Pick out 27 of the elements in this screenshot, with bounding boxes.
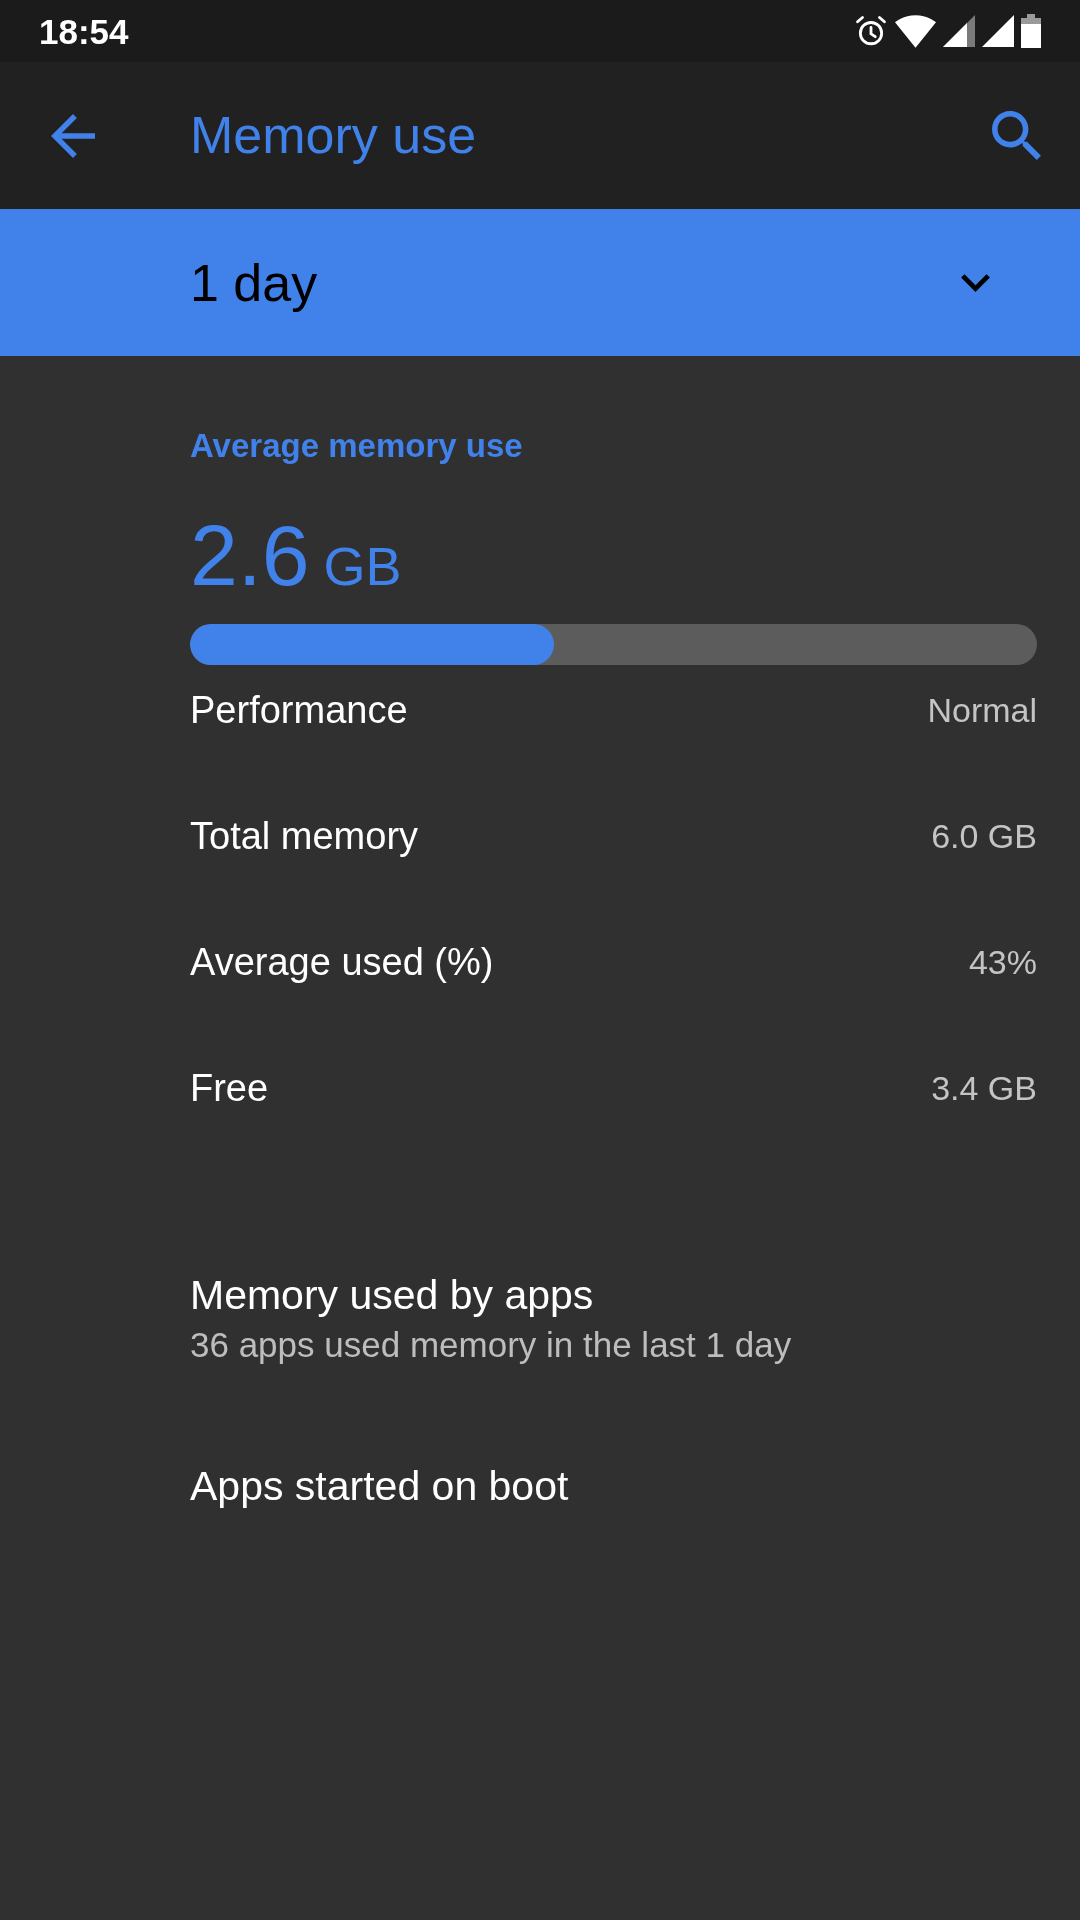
stat-label: Total memory: [190, 814, 419, 859]
average-memory-value: 2.6: [190, 512, 310, 598]
back-button[interactable]: [51, 113, 95, 158]
wifi-icon: [895, 14, 936, 48]
search-button[interactable]: [992, 111, 1041, 160]
search-icon: [992, 111, 1041, 160]
list-item-title[interactable]: Apps started on boot: [190, 1459, 569, 1513]
stat-value: 43%: [968, 942, 1037, 983]
chevron-down-icon: [961, 273, 990, 292]
stat-value: 6.0 GB: [931, 816, 1037, 857]
back-arrow-icon: [51, 113, 95, 158]
stat-label: Performance: [190, 688, 408, 733]
signal-icon: [982, 15, 1014, 47]
status-time: 18:54: [39, 13, 129, 49]
list-item-summary: 36 apps used memory in the last 1 day: [190, 1324, 792, 1366]
alarm-icon: [854, 14, 888, 48]
stat-value: 3.4 GB: [931, 1068, 1037, 1109]
section-heading: Average memory use: [190, 426, 524, 466]
signal-icon: [943, 15, 975, 47]
screen-title: Memory use: [190, 105, 478, 167]
period-dropdown[interactable]: 1 day: [0, 209, 1080, 356]
memory-unit: GB: [323, 539, 402, 593]
stat-label: Average used (%): [190, 940, 494, 985]
list-item-title[interactable]: Memory used by apps: [190, 1268, 594, 1322]
battery-icon: [1021, 14, 1041, 48]
stat-label: Free: [190, 1066, 269, 1111]
stat-value: Normal: [927, 690, 1037, 731]
